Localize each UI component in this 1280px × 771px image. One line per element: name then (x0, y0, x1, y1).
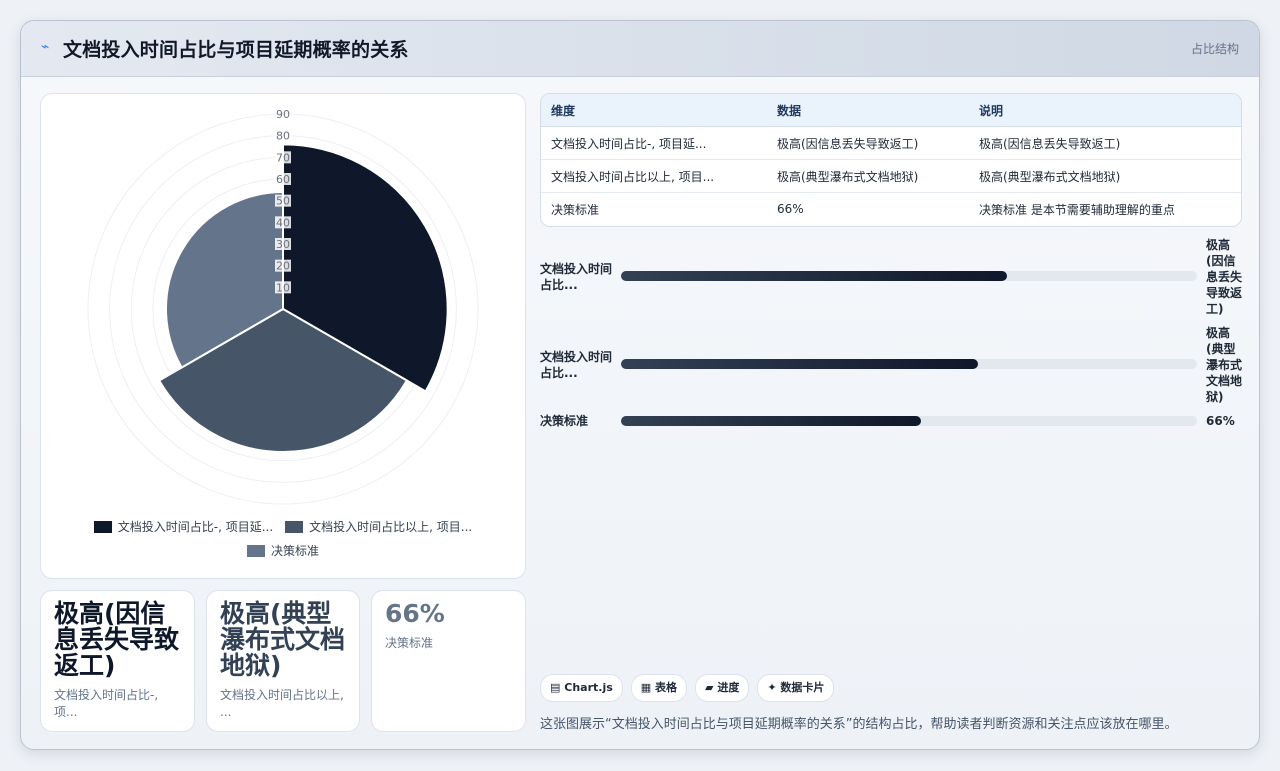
kpi-card-1: 极高(因信息丢失导致返工) 文档投入时间占比-, 项... (40, 590, 195, 732)
tick-label: 70 (276, 151, 290, 164)
chip-data-card[interactable]: ✦ 数据卡片 (757, 674, 835, 702)
table-cell: 66% (777, 202, 804, 216)
table-row: 文档投入时间占比-, 项目延... 极高(因信息丢失导致返工) 极高(因信息丢失… (541, 126, 1241, 160)
progress-fill-2 (621, 359, 979, 369)
progress-label-1: 文档投入时间占比... (540, 262, 613, 292)
legend-item-3[interactable]: 决策标准 (246, 542, 319, 559)
kpi-label-1: 文档投入时间占比-, 项... (54, 688, 159, 719)
table-icon: ▦ (640, 681, 652, 694)
progress-icon: ▰ (705, 681, 714, 694)
chip-label: 数据卡片 (780, 681, 825, 694)
progress-track-1 (621, 271, 1197, 281)
legend-label-2: 文档投入时间占比以上, 项目... (309, 520, 473, 534)
table-cell: 决策标准 是本节需要辅助理解的重点 (979, 202, 1175, 217)
progress-value-3: 66% (1206, 414, 1235, 428)
tag-chips: ▤ Chart.js ▦ 表格 ▰ 进度 ✦ 数据卡片 (540, 674, 835, 702)
table-header-cell: 说明 (969, 94, 1241, 127)
kpi-label-3: 决策标准 (385, 636, 434, 650)
table-row: 文档投入时间占比以上, 项目... 极高(典型瀑布式文档地狱) 极高(典型瀑布式… (541, 159, 1241, 193)
kpi-value-3: 66% (385, 599, 445, 628)
progress-label-3: 决策标准 (540, 414, 589, 428)
chip-label: 进度 (717, 681, 740, 694)
table-header-cell: 数据 (767, 94, 969, 127)
chart-icon: ▤ (550, 681, 561, 694)
card-icon: ✦ (767, 681, 777, 694)
tick-label: 60 (276, 173, 290, 186)
kpi-card-2: 极高(典型瀑布式文档地狱) 文档投入时间占比以上, ... (206, 590, 360, 732)
table-header-row: 维度 数据 说明 (541, 94, 1241, 127)
kpi-value-2: 极高(典型瀑布式文档地狱) (220, 599, 346, 680)
chip-chartjs[interactable]: ▤ Chart.js (540, 674, 623, 702)
legend-label-3: 决策标准 (270, 544, 319, 558)
dashboard-frame: ⌁ 文档投入时间占比与项目延期概率的关系 占比结构 10 20 30 40 50 60 70… (20, 20, 1260, 750)
legend-swatch-2 (285, 520, 304, 533)
table-cell: 决策标准 (551, 202, 600, 217)
polar-area-chart[interactable]: 10 20 30 40 50 60 70 80 90 (41, 94, 525, 514)
table-cell: 极高(典型瀑布式文档地狱) (969, 159, 1241, 193)
header-bar: ⌁ 文档投入时间占比与项目延期概率的关系 占比结构 (21, 21, 1259, 77)
progress-fill-1 (621, 271, 1007, 281)
chart-icon: ⌁ (41, 39, 50, 55)
table-cell: 极高(因信息丢失导致返工) (969, 126, 1241, 160)
chart-caption: 这张图展示“文档投入时间占比与项目延期概率的关系”的结构占比，帮助读者判断资源和… (540, 717, 1178, 732)
progress-value-1: 极高(因信息丢失导致返工) (1206, 238, 1243, 316)
chip-table[interactable]: ▦ 表格 (630, 674, 688, 702)
legend-item-1[interactable]: 文档投入时间占比-, 项目延... (93, 518, 274, 535)
data-table-card: 维度 数据 说明 文档投入时间占比-, 项目延... 极高(因信息丢失导致返工)… (540, 93, 1242, 227)
legend-swatch-3 (246, 544, 265, 557)
chip-progress[interactable]: ▰ 进度 (695, 674, 750, 702)
kpi-label-2: 文档投入时间占比以上, ... (220, 688, 344, 719)
table-cell: 文档投入时间占比以上, 项目... (541, 159, 767, 193)
legend-label-1: 文档投入时间占比-, 项目延... (117, 520, 274, 534)
progress-value-2: 极高(典型瀑布式文档地狱) (1206, 326, 1243, 404)
table-cell: 文档投入时间占比-, 项目延... (541, 126, 767, 160)
tick-label: 80 (276, 130, 290, 143)
progress-track-3 (621, 416, 1197, 426)
table-cell: 极高(典型瀑布式文档地狱) (767, 159, 969, 193)
kpi-card-3: 66% 决策标准 (371, 590, 526, 732)
tick-label: 90 (276, 108, 290, 121)
tick-label: 30 (276, 238, 290, 251)
table-row: 决策标准 66% 决策标准 是本节需要辅助理解的重点 (541, 193, 1241, 226)
chart-legend: 文档投入时间占比-, 项目延... 文档投入时间占比以上, 项目... 决策标准 (41, 518, 525, 566)
chip-label: 表格 (655, 681, 678, 694)
progress-fill-3 (621, 416, 921, 426)
tick-label: 20 (276, 260, 290, 273)
progress-label-2: 文档投入时间占比... (540, 350, 613, 380)
tick-label: 10 (276, 281, 290, 294)
header-tag: 占比结构 (1190, 42, 1239, 56)
legend-item-2[interactable]: 文档投入时间占比以上, 项目... (285, 518, 472, 535)
chip-label: Chart.js (564, 681, 613, 694)
tick-label: 50 (276, 195, 290, 208)
table-cell: 极高(因信息丢失导致返工) (767, 126, 969, 160)
legend-swatch-1 (93, 520, 112, 533)
page-title: 文档投入时间占比与项目延期概率的关系 (63, 39, 409, 61)
progress-track-2 (621, 359, 1197, 369)
chart-card: 10 20 30 40 50 60 70 80 90 文档投入时间占比-, 项目延... 文档投… (40, 93, 526, 579)
kpi-value-1: 极高(因信息丢失导致返工) (54, 599, 180, 680)
tick-label: 40 (276, 216, 290, 229)
data-table: 维度 数据 说明 文档投入时间占比-, 项目延... 极高(因信息丢失导致返工)… (541, 94, 1241, 225)
table-header-cell: 维度 (541, 94, 767, 127)
